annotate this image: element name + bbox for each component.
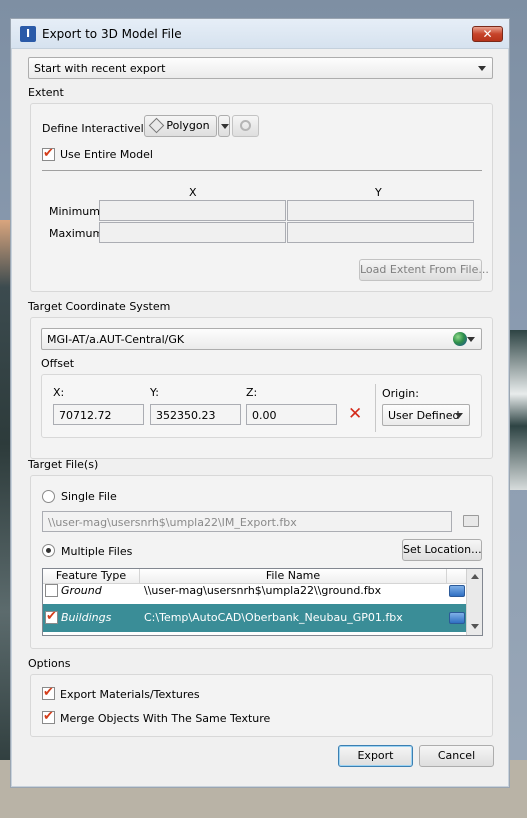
maximum-y-input[interactable] [287, 222, 474, 243]
multiple-files-label: Multiple Files [61, 545, 133, 558]
coordinate-system-group: MGI-AT/a.AUT-Central/GK Offset X: 70712.… [30, 317, 493, 459]
row-include-checkbox[interactable] [45, 584, 58, 597]
offset-divider [375, 384, 376, 432]
minimum-y-input[interactable] [287, 200, 474, 221]
single-file-path-input[interactable]: \\user-mag\usersnrh$\umpla22\IM_Export.f… [42, 511, 452, 532]
offset-x-label: X: [53, 386, 65, 399]
offset-group: X: 70712.72 Y: 352350.23 Z: 0.00 ✕ Origi… [41, 374, 482, 438]
use-entire-model-checkbox[interactable] [42, 146, 55, 161]
merge-objects-label: Merge Objects With The Same Texture [60, 712, 271, 725]
row-feature-type: Buildings [61, 611, 112, 624]
extent-heading: Extent [28, 86, 64, 99]
polygon-icon [149, 117, 165, 134]
offset-z-label: Z: [246, 386, 258, 399]
export-dialog: I Export to 3D Model File ✕ Start with r… [10, 18, 510, 788]
start-preset-value: Start with recent export [34, 62, 166, 75]
target-files-heading: Target File(s) [28, 458, 99, 471]
coordinate-system-heading: Target Coordinate System [28, 300, 171, 313]
pick-extent-button[interactable] [232, 115, 259, 137]
app-icon: I [20, 26, 36, 42]
offset-heading: Offset [41, 357, 75, 370]
column-header-feature-type[interactable]: Feature Type [43, 569, 140, 584]
pick-icon [240, 120, 251, 131]
column-header-actions [447, 569, 468, 584]
minimum-x-input[interactable] [99, 200, 286, 221]
single-file-path-value: \\user-mag\usersnrh$\umpla22\IM_Export.f… [48, 516, 297, 529]
close-button[interactable]: ✕ [472, 26, 503, 42]
offset-x-value: 70712.72 [59, 409, 112, 422]
close-icon: ✕ [482, 27, 493, 41]
column-y-label: Y [375, 186, 382, 199]
origin-value: User Defined [388, 409, 460, 422]
minimum-label: Minimum: [49, 205, 104, 218]
table-scrollbar[interactable] [466, 569, 482, 635]
options-heading: Options [28, 657, 71, 670]
origin-select[interactable]: User Defined [382, 404, 470, 426]
chevron-down-icon [478, 66, 486, 71]
options-group: Export Materials/Textures Merge Objects … [30, 674, 493, 737]
polygon-button[interactable]: Polygon [144, 115, 217, 137]
multiple-files-radio[interactable] [42, 544, 55, 557]
offset-x-input[interactable]: 70712.72 [53, 404, 144, 425]
export-materials-checkbox[interactable] [42, 685, 55, 700]
define-interactively-label: Define Interactively: [42, 122, 154, 135]
extent-group: Define Interactively: Polygon Use Entire… [30, 103, 493, 292]
column-header-file-name[interactable]: File Name [140, 569, 447, 584]
window-title: Export to 3D Model File [42, 27, 182, 41]
table-row-selected[interactable]: Buildings C:\Temp\AutoCAD\Oberbank_Neuba… [43, 604, 469, 632]
use-entire-model-label: Use Entire Model [60, 148, 153, 161]
column-x-label: X [189, 186, 197, 199]
table-row[interactable]: Ground \\user-mag\usersnrh$\umpla22\\gro… [43, 584, 469, 598]
chevron-down-icon [221, 124, 229, 129]
offset-z-input[interactable]: 0.00 [246, 404, 337, 425]
export-materials-label: Export Materials/Textures [60, 688, 200, 701]
offset-y-value: 352350.23 [156, 409, 216, 422]
cancel-button[interactable]: Cancel [419, 745, 494, 767]
maximum-x-input[interactable] [99, 222, 286, 243]
target-files-group: Single File \\user-mag\usersnrh$\umpla22… [30, 475, 493, 649]
title-bar[interactable]: I Export to 3D Model File ✕ [11, 19, 509, 49]
export-button[interactable]: Export [338, 745, 413, 767]
folder-icon[interactable] [463, 515, 479, 527]
open-file-icon[interactable] [449, 585, 465, 597]
clear-offset-red-x-icon[interactable]: ✕ [348, 406, 362, 423]
row-feature-type: Ground [61, 584, 102, 597]
open-file-icon[interactable] [449, 612, 465, 624]
single-file-label: Single File [61, 490, 117, 503]
row-include-checkbox[interactable] [45, 609, 58, 624]
offset-y-input[interactable]: 352350.23 [150, 404, 241, 425]
offset-y-label: Y: [150, 386, 159, 399]
files-table: Feature Type File Name Ground \\user-mag… [42, 568, 483, 636]
origin-label: Origin: [382, 387, 419, 400]
offset-z-value: 0.00 [252, 409, 277, 422]
scroll-down-icon[interactable] [471, 624, 479, 629]
set-location-button[interactable]: Set Location... [402, 539, 482, 561]
globe-icon [453, 332, 467, 346]
separator-line [42, 170, 482, 171]
coordinate-system-select[interactable]: MGI-AT/a.AUT-Central/GK [41, 328, 482, 350]
chevron-down-icon [467, 337, 475, 342]
single-file-radio[interactable] [42, 490, 55, 503]
load-extent-button[interactable]: Load Extent From File... [359, 259, 489, 281]
merge-objects-checkbox[interactable] [42, 709, 55, 724]
row-file-name: C:\Temp\AutoCAD\Oberbank_Neubau_GP01.fbx [144, 611, 403, 624]
coordinate-system-value: MGI-AT/a.AUT-Central/GK [47, 333, 185, 346]
polygon-button-label: Polygon [166, 119, 210, 132]
polygon-mode-dropdown[interactable] [218, 115, 230, 137]
start-preset-select[interactable]: Start with recent export [28, 57, 493, 79]
scroll-up-icon[interactable] [471, 574, 479, 579]
chevron-down-icon [455, 413, 463, 418]
row-file-name: \\user-mag\usersnrh$\umpla22\\ground.fbx [144, 584, 382, 597]
